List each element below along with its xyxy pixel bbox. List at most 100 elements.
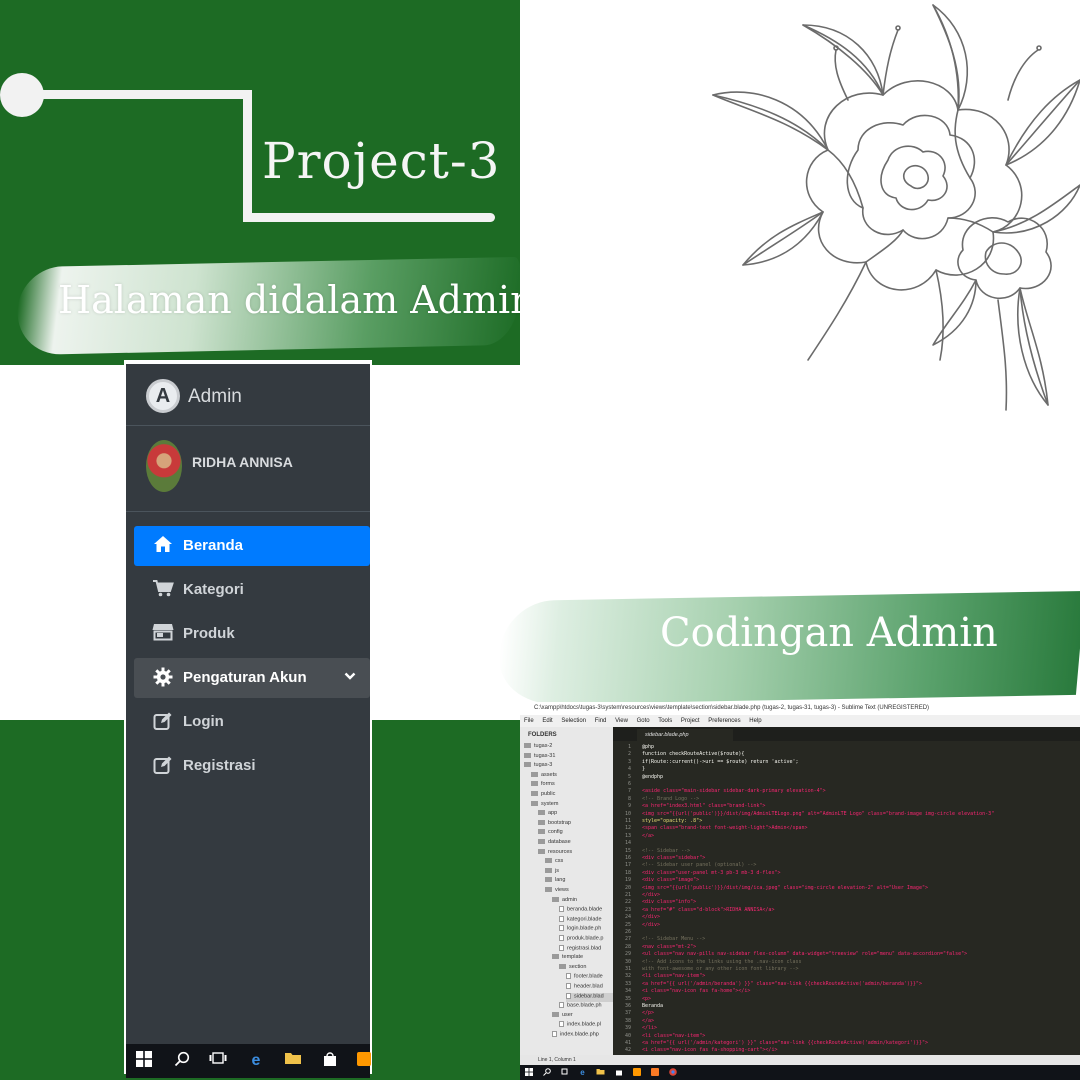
nav-item-produk[interactable]: Produk — [134, 614, 370, 654]
windows-taskbar: e — [520, 1065, 1080, 1080]
tree-folder[interactable]: public — [531, 791, 613, 800]
tree-folder[interactable]: js — [545, 868, 613, 877]
tree-folder[interactable]: tugas-2 — [524, 743, 613, 752]
tree-label: footer.blade — [574, 973, 603, 980]
line-number: 26 — [624, 929, 631, 935]
menu-item[interactable]: Selection — [561, 718, 586, 724]
tree-folder[interactable]: database — [538, 839, 613, 848]
tree-file[interactable]: beranda.blade — [559, 906, 613, 915]
decor-line — [243, 213, 495, 222]
folder-icon — [538, 819, 545, 825]
tree-file[interactable]: header.blad — [566, 983, 613, 992]
menu-item[interactable]: File — [524, 718, 534, 724]
xampp-app-icon[interactable] — [650, 1068, 659, 1077]
subtitle: Halaman didalam Admin — [58, 278, 520, 322]
line-number: 42 — [624, 1047, 631, 1054]
tree-folder[interactable]: views — [545, 887, 613, 896]
windows-start-icon[interactable] — [524, 1068, 533, 1077]
tree-folder[interactable]: tugas-3 — [524, 762, 613, 771]
tree-file[interactable]: footer.blade — [566, 973, 613, 982]
tree-folder[interactable]: user — [552, 1012, 613, 1021]
edge-browser-icon[interactable]: e — [246, 1051, 266, 1071]
nav-item-kategori[interactable]: Kategori — [134, 570, 370, 610]
tree-folder[interactable]: forms — [531, 781, 613, 790]
windows-start-icon[interactable] — [134, 1051, 154, 1071]
store-app-icon[interactable] — [320, 1051, 340, 1071]
admin-sidebar: A Admin RIDHA ANNISA Beranda Kategori Pr… — [124, 360, 374, 1078]
tree-file[interactable]: registrasi.blad — [559, 944, 613, 954]
nav-item-beranda[interactable]: Beranda — [134, 526, 370, 566]
chrome-app-icon[interactable] — [668, 1068, 677, 1077]
folder-icon — [531, 781, 538, 787]
file-icon — [559, 944, 564, 951]
chevron-down-icon[interactable] — [344, 668, 356, 684]
search-icon[interactable] — [542, 1068, 551, 1077]
tree-label: login.blade.ph — [567, 925, 602, 932]
menu-item[interactable]: Edit — [542, 718, 552, 724]
folder-icon — [538, 848, 545, 854]
tree-file[interactable]: kategori.blade — [559, 915, 613, 925]
tree-file[interactable]: index.blade.php — [552, 1031, 613, 1040]
tree-folder[interactable]: config — [538, 829, 613, 838]
task-view-icon[interactable] — [208, 1051, 228, 1071]
file-icon — [559, 906, 564, 913]
menu-item[interactable]: Project — [681, 718, 700, 724]
menu-item[interactable]: Goto — [637, 718, 650, 724]
nav-label: Login — [183, 713, 224, 730]
sublime-app-icon[interactable] — [354, 1051, 374, 1071]
store-app-icon[interactable] — [614, 1068, 623, 1077]
nav-label: Pengaturan Akun — [183, 669, 307, 686]
tree-label: views — [555, 887, 569, 893]
tree-folder[interactable]: resources — [538, 849, 613, 858]
nav-label: Produk — [183, 625, 235, 642]
nav-item-registrasi[interactable]: Registrasi — [134, 746, 370, 786]
nav-item-login[interactable]: Login — [134, 702, 370, 742]
shopping-cart-icon — [152, 579, 174, 601]
window-title: C:\xampp\htdocs\tugas-3\system\resources… — [520, 702, 1080, 715]
tree-folder[interactable]: bootstrap — [538, 820, 613, 829]
tree-folder[interactable]: template — [552, 954, 613, 963]
file-explorer-icon[interactable] — [283, 1051, 303, 1071]
sublime-app-icon[interactable] — [632, 1068, 641, 1077]
menu-item[interactable]: Tools — [658, 718, 672, 724]
menu-item[interactable]: View — [615, 718, 628, 724]
tree-folder[interactable]: system — [531, 801, 613, 810]
menu-item[interactable]: Find — [595, 718, 607, 724]
line-number: 20 — [624, 884, 631, 891]
tree-label: tugas-2 — [534, 743, 553, 749]
line-number: 10 — [624, 810, 631, 817]
line-number: 33 — [624, 980, 631, 987]
code-area[interactable]: @php function checkRouteActive($route){ … — [642, 744, 1080, 1055]
tab-sidebar-blade[interactable]: sidebar.blade.php — [637, 729, 733, 741]
search-icon[interactable] — [172, 1051, 192, 1071]
folder-icon — [524, 752, 531, 758]
tree-file[interactable]: produk.blade.p — [559, 935, 613, 944]
tree-label: database — [548, 839, 571, 845]
tree-file[interactable]: index.blade.pl — [559, 1021, 613, 1030]
line-number: 5 — [627, 773, 631, 780]
tree-file[interactable]: base.blade.ph — [559, 1002, 613, 1011]
tree-folder[interactable]: app — [538, 810, 613, 819]
coding-caption: Codingan Admin — [660, 610, 998, 656]
menu-bar: File Edit Selection Find View Goto Tools… — [520, 715, 1080, 727]
user-name-link[interactable]: RIDHA ANNISA — [192, 454, 293, 470]
store-icon — [152, 623, 174, 645]
tree-folder[interactable]: lang — [545, 877, 613, 886]
tree-folder[interactable]: section — [559, 964, 613, 973]
menu-item[interactable]: Help — [749, 718, 761, 724]
folders-heading: FOLDERS — [528, 732, 557, 738]
task-view-icon[interactable] — [560, 1068, 569, 1077]
edge-browser-icon[interactable]: e — [578, 1068, 587, 1077]
tree-file[interactable]: login.blade.ph — [559, 925, 613, 934]
brand-link[interactable]: A Admin — [126, 364, 370, 426]
tree-file[interactable]: sidebar.blad — [566, 992, 613, 1002]
file-explorer-icon[interactable] — [596, 1068, 605, 1077]
tree-folder[interactable]: assets — [531, 772, 613, 781]
menu-item[interactable]: Preferences — [708, 718, 740, 724]
tree-folder[interactable]: admin — [552, 897, 613, 906]
tree-folder[interactable]: css — [545, 858, 613, 867]
tree-folder[interactable]: tugas-31 — [524, 753, 613, 762]
line-number: 3 — [627, 758, 631, 765]
nav-item-pengaturan-akun[interactable]: Pengaturan Akun — [134, 658, 370, 698]
folder-icon — [545, 887, 552, 893]
